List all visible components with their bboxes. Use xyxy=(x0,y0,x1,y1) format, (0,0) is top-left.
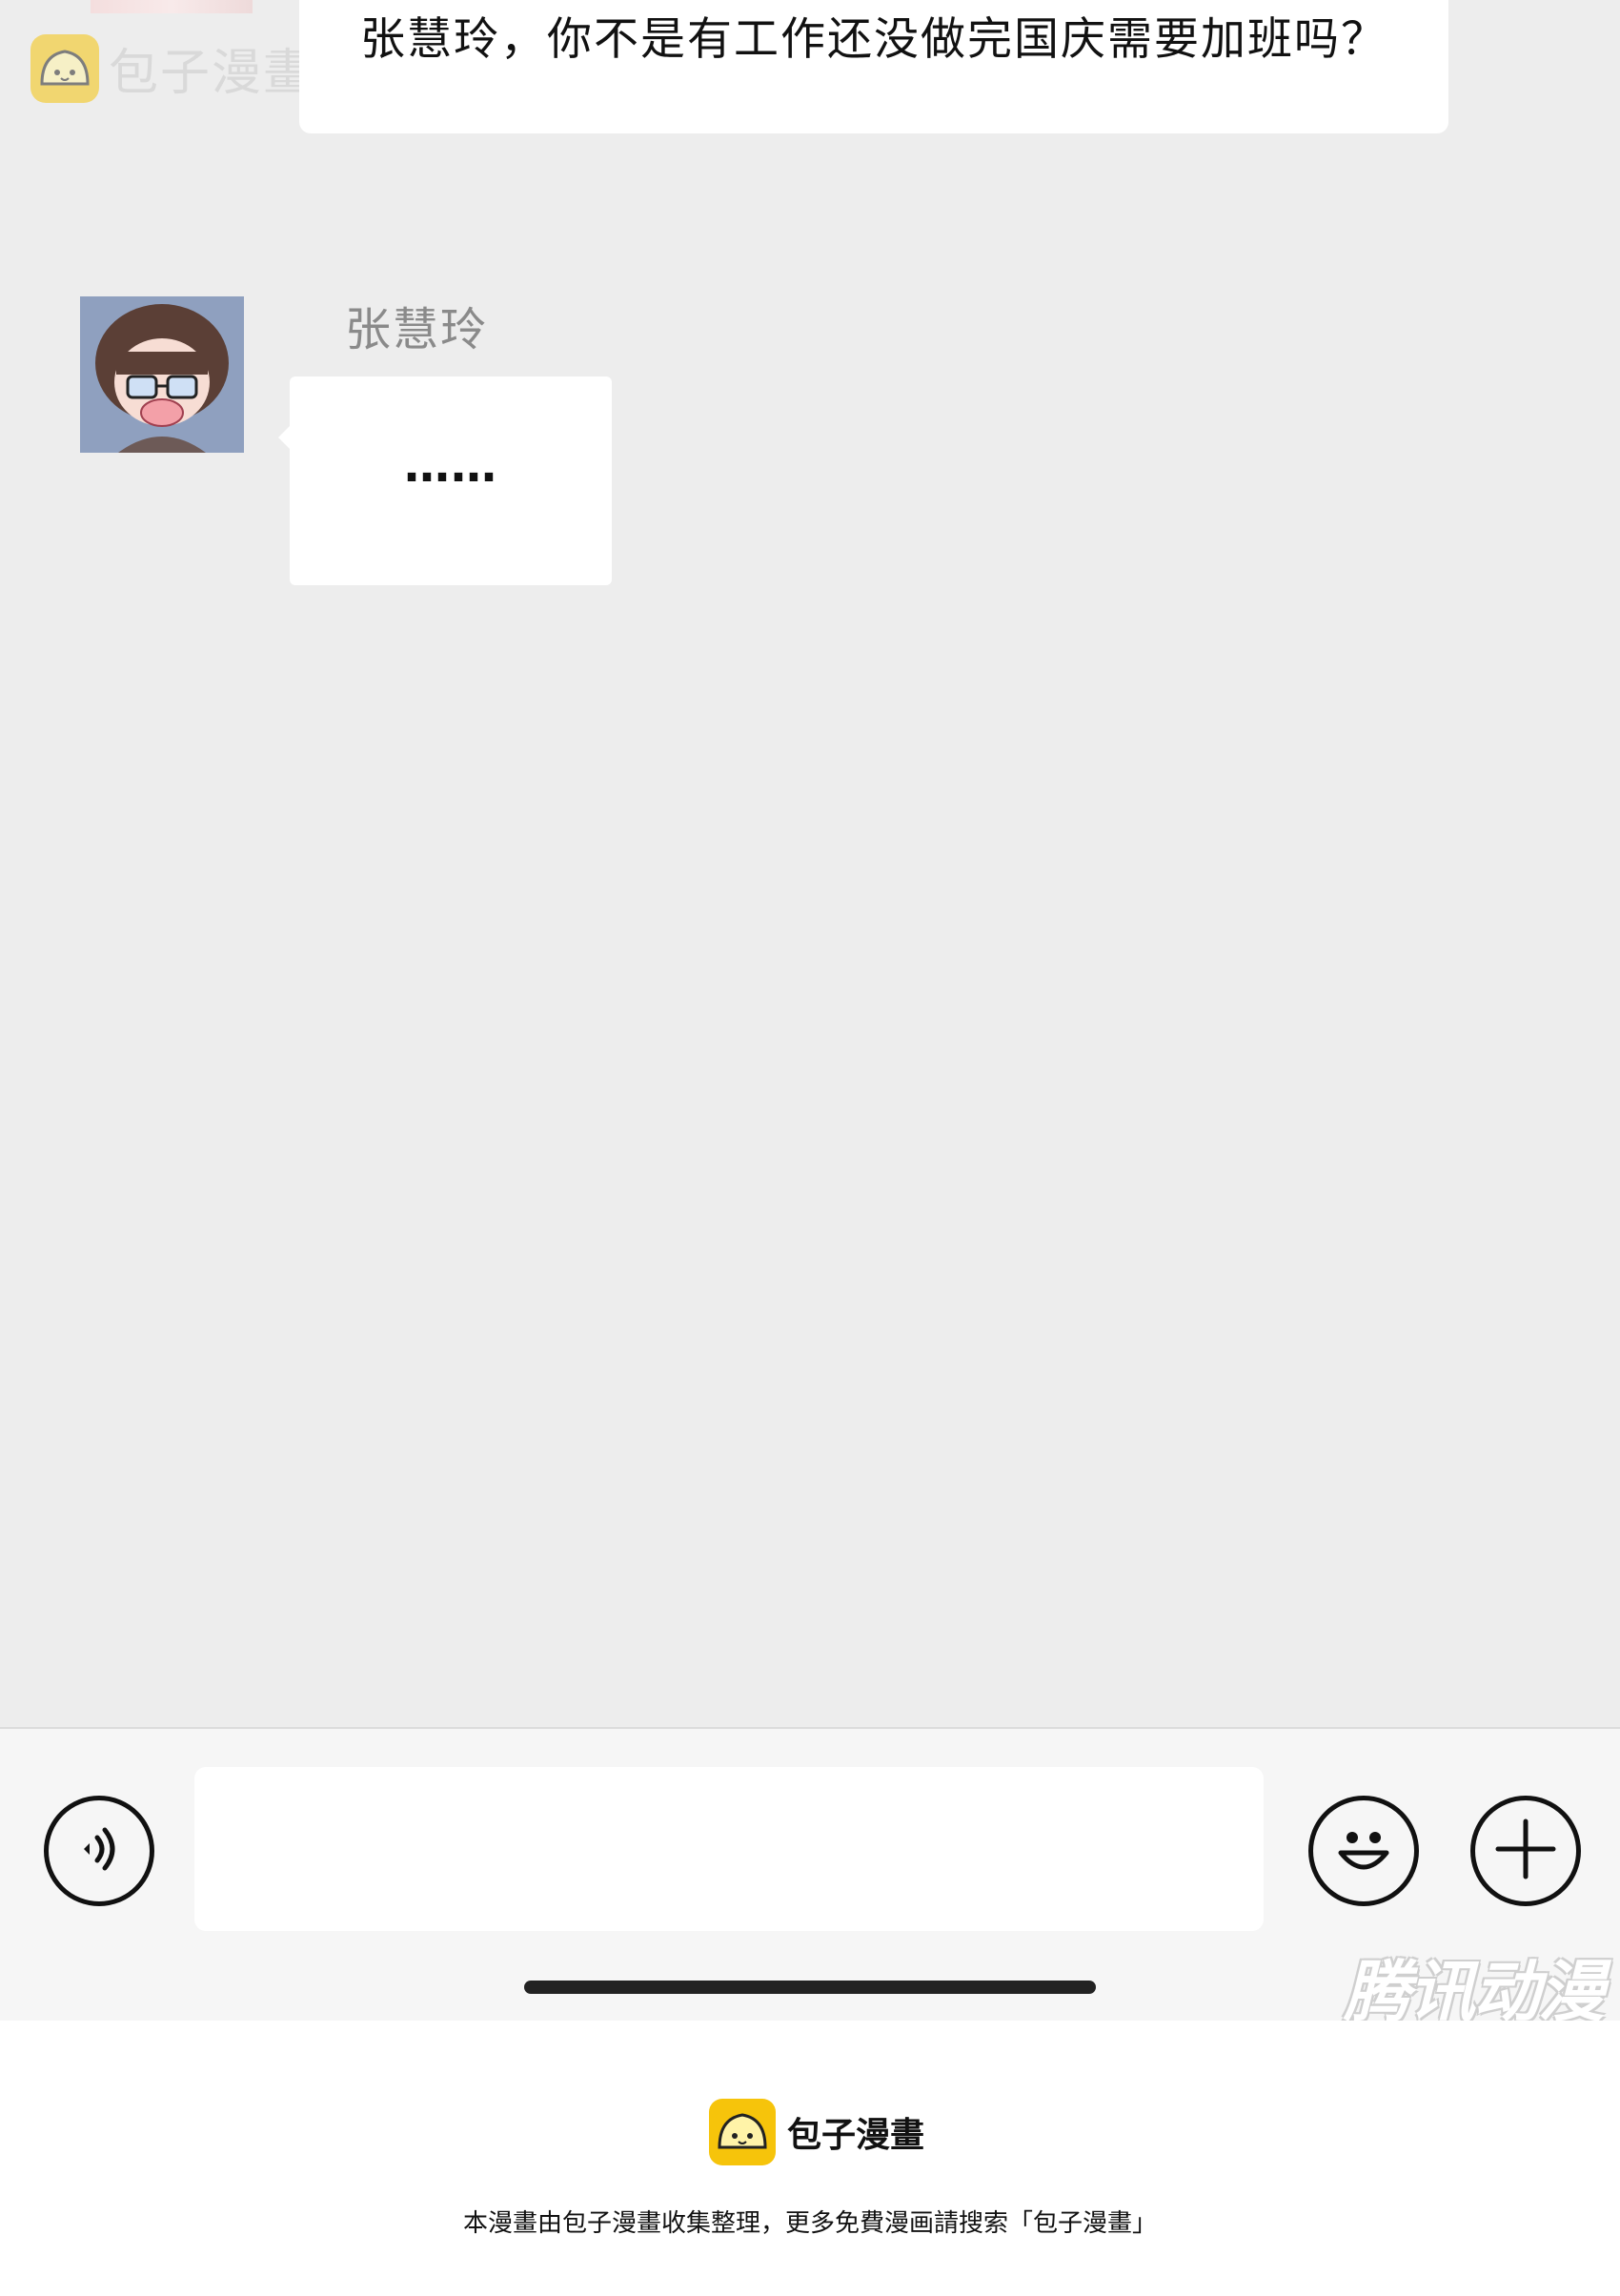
watermark-text: 包子漫畫 xyxy=(109,45,315,102)
bun-icon xyxy=(30,33,99,103)
bubble-tail xyxy=(278,426,290,449)
message-input[interactable] xyxy=(194,1767,1264,1931)
sender-name: 张慧玲 xyxy=(345,303,489,356)
bun-icon xyxy=(709,2099,776,2165)
voice-button[interactable] xyxy=(44,1796,154,1906)
footer-note: 本漫畫由包子漫畫收集整理，更多免費漫画請搜索「包子漫畫」 xyxy=(462,2209,1157,2238)
message-bubble-outgoing[interactable]: 张慧玲，你不是有工作还没做完国庆需要加班吗？ xyxy=(299,0,1448,133)
plus-icon xyxy=(1492,1816,1559,1886)
voice-icon xyxy=(71,1820,128,1881)
footer: 包子漫畫 本漫畫由包子漫畫收集整理，更多免費漫画請搜索「包子漫畫」 xyxy=(0,2021,1620,2296)
smiley-icon xyxy=(1326,1811,1402,1891)
message-bubble-incoming[interactable]: …… xyxy=(278,376,612,585)
watermark-logo: 包子漫畫 xyxy=(30,32,314,104)
home-indicator[interactable] xyxy=(524,1981,1096,1994)
partial-avatar xyxy=(91,0,253,13)
footer-brand-name: 包子漫畫 xyxy=(787,2116,925,2155)
more-button[interactable] xyxy=(1470,1796,1581,1906)
message-text: …… xyxy=(404,439,497,493)
chat-area: 包子漫畫 张慧玲，你不是有工作还没做完国庆需要加班吗？ 张慧玲 …… xyxy=(0,0,1620,1727)
avatar[interactable] xyxy=(80,296,244,453)
emoji-button[interactable] xyxy=(1308,1796,1419,1906)
footer-brand: 包子漫畫 xyxy=(709,2099,924,2165)
message-text: 张慧玲，你不是有工作还没做完国庆需要加班吗？ xyxy=(360,13,1387,66)
input-bar: 腾讯动漫 xyxy=(0,1727,1620,2031)
